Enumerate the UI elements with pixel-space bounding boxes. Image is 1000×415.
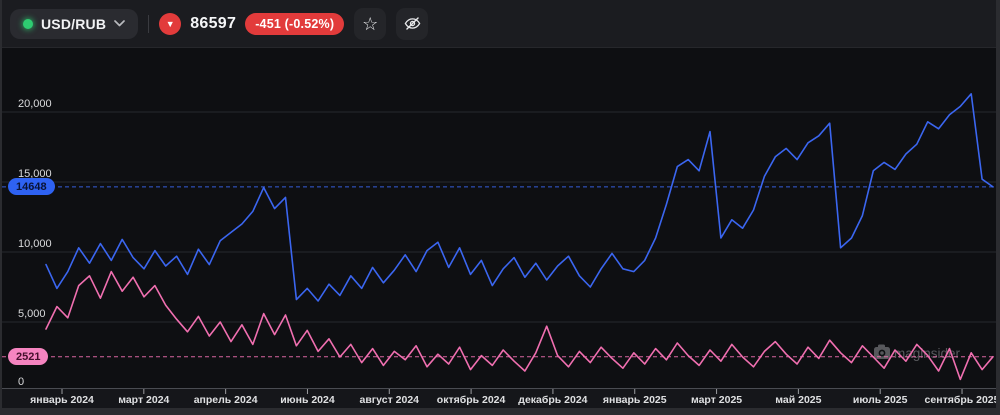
widget-header: USD/RUB ▼ 86597 -451 (-0.52%) ☆ <box>2 0 996 48</box>
header-divider <box>148 15 149 33</box>
x-axis-label: июль 2025 <box>853 394 908 406</box>
y-axis-label: 20,000 <box>18 98 52 110</box>
chart-canvas[interactable]: 5,00010,00015,00020,0000maginsiderянварь… <box>2 48 996 408</box>
pair-label: USD/RUB <box>41 16 106 32</box>
series-line-pink <box>46 272 993 380</box>
x-axis-label: декабрь 2024 <box>518 394 587 406</box>
hide-button[interactable] <box>396 8 428 40</box>
series-line-blue <box>46 94 993 301</box>
eye-off-icon <box>403 14 422 33</box>
chevron-down-icon <box>114 20 125 27</box>
x-axis-label: март 2024 <box>118 394 169 406</box>
widget-panel: USD/RUB ▼ 86597 -451 (-0.52%) ☆ <box>2 0 996 408</box>
star-icon: ☆ <box>362 15 378 33</box>
direction-down-icon: ▼ <box>159 13 181 35</box>
x-axis-label: январь 2025 <box>603 394 667 406</box>
x-axis-label: апрель 2024 <box>194 394 258 406</box>
price-value: 86597 <box>190 15 236 33</box>
y-axis-label: 0 <box>18 376 24 388</box>
favorite-button[interactable]: ☆ <box>354 8 386 40</box>
x-axis-label: июнь 2024 <box>280 394 335 406</box>
x-axis-label: октябрь 2024 <box>437 394 506 406</box>
x-axis-label: май 2025 <box>775 394 821 406</box>
y-axis-label: 5,000 <box>18 308 46 320</box>
status-dot-icon <box>23 19 33 29</box>
x-axis-label: август 2024 <box>360 394 420 406</box>
price-label-pink: 2521 <box>8 348 48 365</box>
pair-selector[interactable]: USD/RUB <box>10 9 138 39</box>
quote-widget: USD/RUB ▼ 86597 -451 (-0.52%) ☆ <box>0 0 1000 415</box>
x-axis-label: сентябрь 2025 <box>925 394 996 406</box>
price-label-blue: 14648 <box>8 178 55 195</box>
chart-area: 5,00010,00015,00020,0000maginsiderянварь… <box>2 48 996 408</box>
change-badge: -451 (-0.52%) <box>245 13 344 35</box>
price-group: ▼ 86597 -451 (-0.52%) <box>159 13 344 35</box>
x-axis-label: январь 2024 <box>30 394 94 406</box>
y-axis-label: 10,000 <box>18 238 52 250</box>
x-axis-label: март 2025 <box>691 394 742 406</box>
